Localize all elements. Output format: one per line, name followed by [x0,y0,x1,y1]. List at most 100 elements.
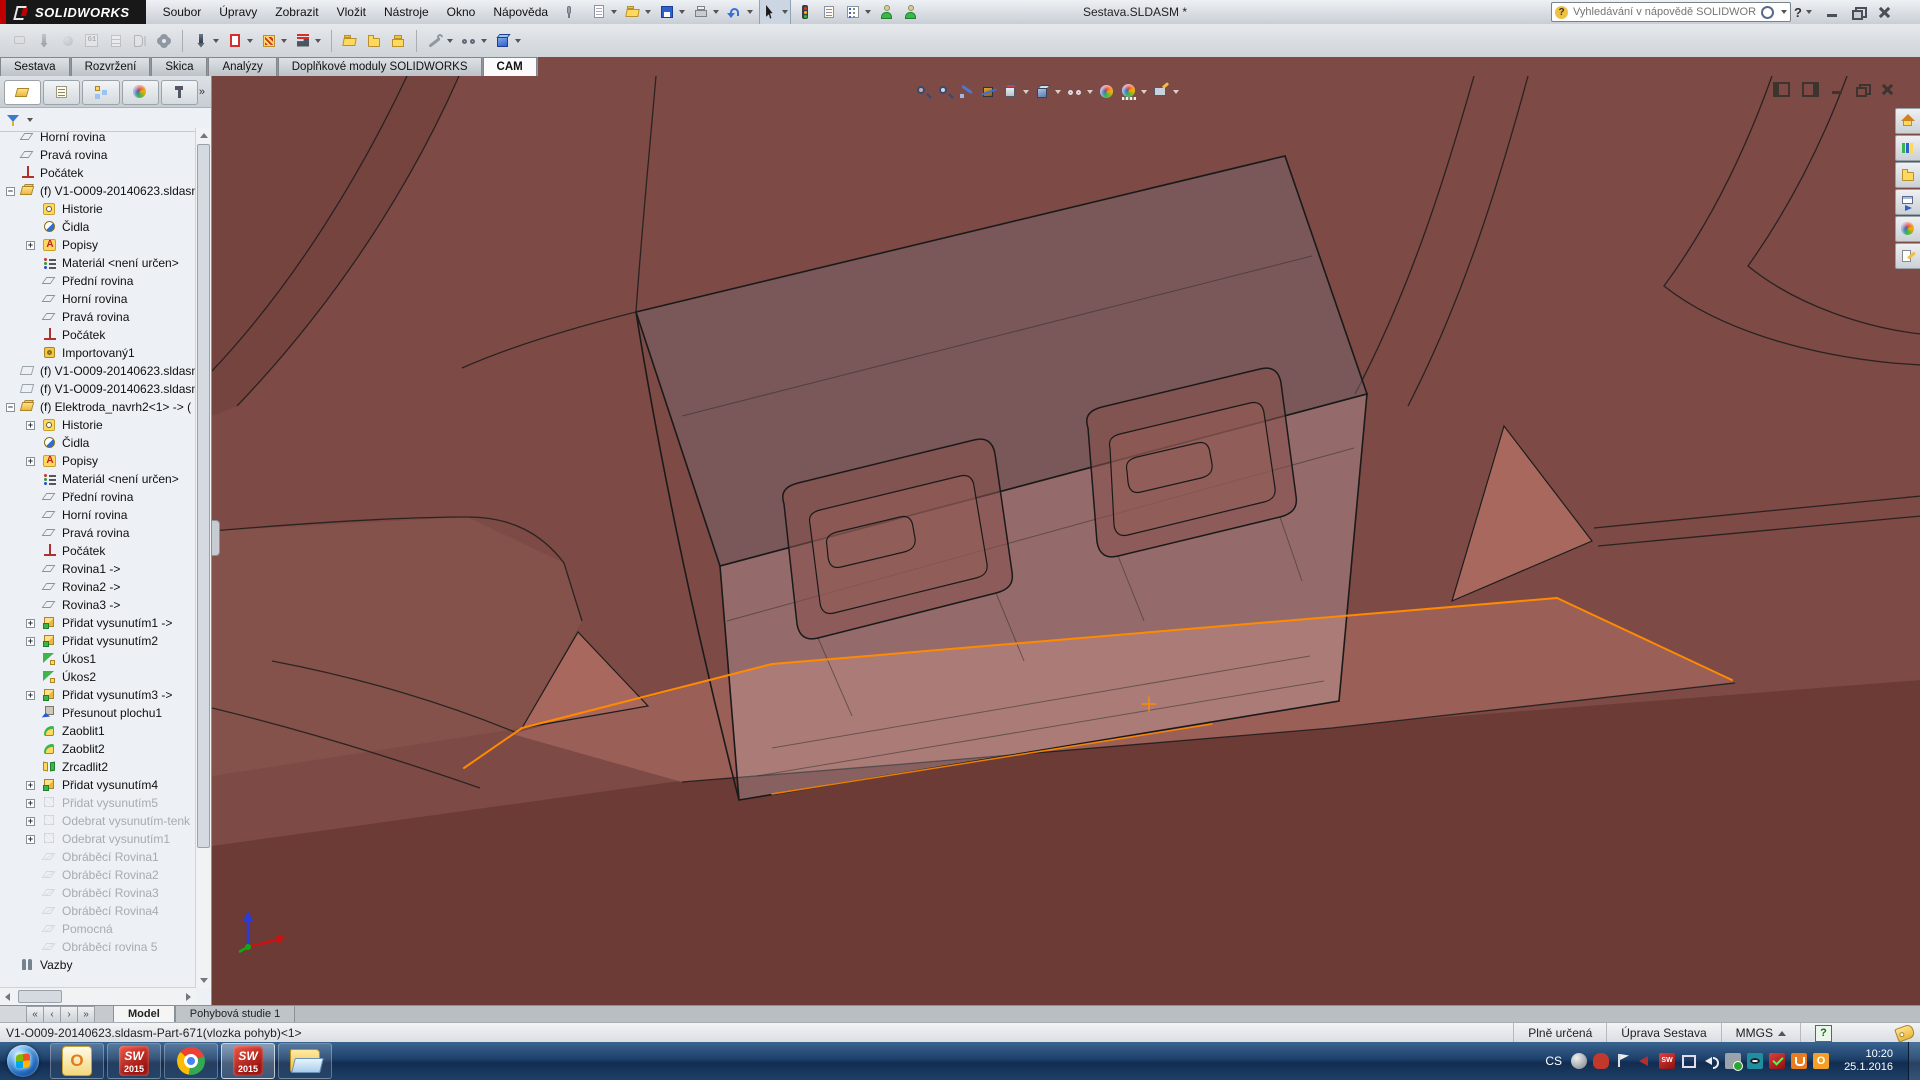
table-button[interactable] [106,28,126,54]
folder-button[interactable] [364,28,384,54]
tab-scroll-first-button[interactable]: « [27,1006,44,1023]
blue-box-button[interactable] [493,28,523,54]
expand-toggle[interactable]: + [26,798,35,808]
display-style-button[interactable] [1033,79,1063,105]
parts-box-button[interactable] [388,28,408,54]
solidworks-resources-tab[interactable] [1895,135,1920,161]
message-button[interactable] [10,28,30,54]
undo-button[interactable] [725,0,755,25]
dropdown-caret-icon[interactable] [447,38,453,43]
tree-item[interactable]: (f) V1-O009-20140623.sldasm [0,362,196,380]
dropdown-caret-icon[interactable] [247,38,253,43]
dropdown-caret-icon[interactable] [1173,90,1179,94]
propertymanager-button[interactable] [43,79,81,105]
file-properties-button[interactable] [819,0,839,25]
3d-model-scene[interactable] [212,76,1920,1005]
scroll-up-icon[interactable] [200,133,208,138]
left-panel-toggle-icon[interactable] [1773,82,1790,97]
expand-toggle[interactable]: + [26,780,35,790]
search-scope-caret[interactable] [1781,10,1787,14]
tree-item[interactable]: Importovaný1 [0,344,196,362]
tree-item[interactable]: Přesunout plochu1 [0,704,196,722]
show-desktop-button[interactable] [1908,1042,1920,1080]
taskbar-clock[interactable]: 10:20 25.1.2016 [1844,1048,1893,1074]
dropdown-caret-icon[interactable] [481,38,487,43]
expand-toggle[interactable]: + [26,690,35,700]
tree-item[interactable]: Úkos1 [0,650,196,668]
tree-horizontal-scrollbar[interactable] [0,987,196,1005]
tree-vertical-scrollbar[interactable] [195,128,211,988]
solidworks-update-tray-icon[interactable] [1769,1053,1786,1069]
dropdown-caret-icon[interactable] [1055,90,1061,94]
expand-toggle[interactable]: − [6,186,15,196]
search-pin-button[interactable] [559,0,579,25]
scroll-down-icon[interactable] [200,978,208,983]
muted-speaker-tray-icon[interactable] [1637,1053,1653,1069]
home-tab[interactable] [1895,108,1920,134]
tree-item[interactable]: Obráběcí Rovina4 [0,902,196,920]
tag-icon[interactable] [1894,1023,1916,1043]
tree-item[interactable]: Přední rovina [0,272,196,290]
tree-item[interactable]: + Historie [0,416,196,434]
menu-item-6[interactable]: Nápověda [484,0,557,24]
section-view-button[interactable] [979,79,999,105]
open-folder-button[interactable] [623,0,653,25]
tree-item[interactable]: Úkos2 [0,668,196,686]
tree-item[interactable]: Počátek [0,542,196,560]
menu-item-1[interactable]: Úpravy [210,0,266,24]
tab-scroll-next-button[interactable]: › [61,1006,78,1023]
folder-open-button[interactable] [340,28,360,54]
command-tab-0[interactable]: Sestava [0,57,70,76]
document-minimize-button[interactable] [1831,84,1844,95]
tree-item[interactable]: Pravá rovina [0,308,196,326]
tree-item[interactable]: Rovina2 -> [0,578,196,596]
dropdown-caret-icon[interactable] [611,10,618,14]
menu-item-2[interactable]: Zobrazit [266,0,327,24]
tree-item[interactable]: + Přidat vysunutím1 -> [0,614,196,632]
dropdown-caret-icon[interactable] [1141,90,1147,94]
save-button[interactable] [657,0,687,25]
zoom-fit-button[interactable] [913,79,933,105]
tree-item[interactable]: Počátek [0,326,196,344]
tree-item[interactable]: Historie [0,200,196,218]
expand-toggle[interactable]: + [26,636,35,646]
usb-device-tray-icon[interactable] [1725,1053,1744,1071]
expand-toggle[interactable]: + [26,816,35,826]
dropdown-caret-icon[interactable] [515,38,521,43]
select-cursor-button[interactable] [759,0,792,26]
custom-properties-tab[interactable] [1895,243,1920,269]
eye-monitor-tray-icon[interactable] [1747,1053,1764,1069]
scroll-right-icon[interactable] [186,993,191,1001]
design-library-tab[interactable] [1895,162,1920,188]
windows-explorer-taskbar-button[interactable] [278,1043,332,1079]
dropdown-caret-icon[interactable] [645,10,652,14]
user-green-button[interactable] [901,0,921,25]
command-tab-5[interactable]: CAM [482,57,537,76]
flag-tray-icon[interactable] [1615,1053,1631,1069]
zoom-previous-button[interactable] [957,79,977,105]
command-tab-2[interactable]: Skica [151,57,208,76]
tree-item[interactable]: + Přidat vysunutím2 [0,632,196,650]
command-tab-3[interactable]: Analýzy [208,57,277,76]
document-restore-button[interactable] [1856,84,1871,97]
dropdown-caret-icon[interactable] [713,10,720,14]
menu-item-4[interactable]: Nástroje [375,0,438,24]
tab-scroll-prev-button[interactable]: ‹ [44,1006,61,1023]
edit-appearance-button[interactable] [1097,79,1117,105]
tree-item[interactable]: Obráběcí Rovina1 [0,848,196,866]
dropdown-caret-icon[interactable] [782,10,789,14]
filter-caret-icon[interactable] [27,117,33,122]
tree-item[interactable]: Pomocná [0,920,196,938]
document-close-button[interactable] [1881,84,1894,95]
mill-tool-button[interactable] [191,28,221,54]
expand-toggle[interactable]: − [6,402,15,412]
zoom-area-button[interactable] [935,79,955,105]
dropdown-caret-icon[interactable] [315,38,321,43]
gear-button[interactable] [154,28,174,54]
wrench-button[interactable] [425,28,455,54]
tree-item[interactable]: − (f) V1-O009-20140623.sldasm [0,182,196,200]
dropdown-caret-icon[interactable] [281,38,287,43]
displaymanager-button[interactable] [121,79,159,105]
tree-item[interactable]: Obráběcí Rovina3 [0,884,196,902]
command-tab-1[interactable]: Rozvržení [70,57,151,76]
